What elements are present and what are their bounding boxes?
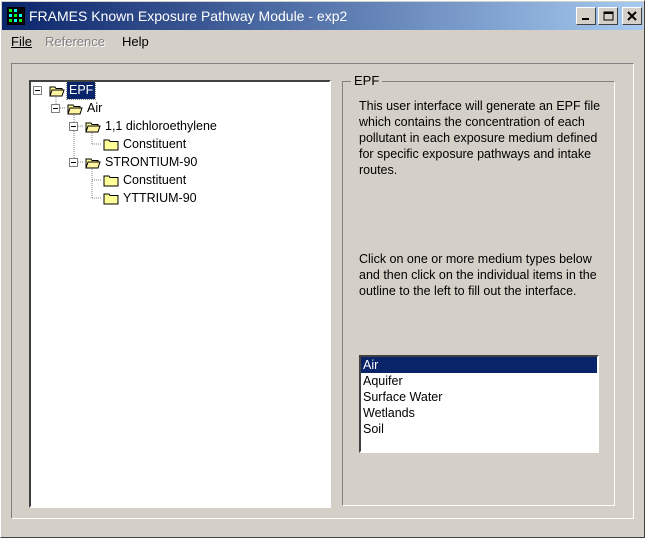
menu-file-label: File (11, 34, 32, 49)
list-item-aquifer[interactable]: Aquifer (361, 373, 597, 389)
collapse-icon[interactable] (69, 158, 78, 167)
menu-help[interactable]: Help (122, 34, 149, 49)
collapse-icon[interactable] (51, 104, 60, 113)
tree-node-label: YTTRIUM-90 (123, 191, 197, 205)
tree-node-label: Constituent (123, 173, 187, 187)
open-folder-icon (85, 158, 101, 169)
close-icon (627, 11, 637, 21)
epf-groupbox: EPF This user interface will generate an… (342, 73, 615, 506)
tree-node-label: Constituent (123, 137, 187, 151)
outline-tree[interactable]: EPF Air 1,1 dichloroethylene Constituent… (29, 80, 331, 508)
collapse-icon[interactable] (33, 86, 42, 95)
tree-node-label: Air (87, 101, 103, 115)
maximize-button[interactable] (598, 7, 618, 25)
medium-type-listbox[interactable]: Air Aquifer Surface Water Wetlands Soil (359, 355, 599, 453)
groupbox-title: EPF (351, 73, 383, 88)
app-icon (7, 7, 25, 25)
minimize-icon (582, 18, 589, 20)
open-folder-icon (67, 104, 83, 115)
open-folder-icon (49, 86, 65, 97)
menu-reference[interactable]: Reference (45, 34, 105, 49)
tree-node-label: EPF (65, 82, 97, 100)
tree-node-label: STRONTIUM-90 (105, 155, 198, 169)
open-folder-icon (85, 122, 101, 133)
folder-icon (103, 193, 119, 205)
collapse-icon[interactable] (69, 122, 78, 131)
maximize-icon (603, 11, 613, 21)
menu-file[interactable]: File (11, 34, 32, 49)
folder-icon (103, 175, 119, 187)
minimize-button[interactable] (576, 7, 596, 25)
app-window: FRAMES Known Exposure Pathway Module - e… (0, 0, 645, 538)
window-title: FRAMES Known Exposure Pathway Module - e… (29, 8, 348, 24)
list-item-soil[interactable]: Soil (361, 421, 597, 437)
tree-node-label: 1,1 dichloroethylene (105, 119, 217, 133)
list-item-surface-water[interactable]: Surface Water (361, 389, 597, 405)
list-item-air[interactable]: Air (361, 357, 597, 373)
list-item-wetlands[interactable]: Wetlands (361, 405, 597, 421)
close-button[interactable] (622, 7, 642, 25)
menu-bar: File Reference Help (2, 31, 643, 53)
title-bar[interactable]: FRAMES Known Exposure Pathway Module - e… (2, 2, 643, 30)
description-text: This user interface will generate an EPF… (359, 99, 601, 177)
instructions-text: Click on one or more medium types below … (359, 252, 597, 298)
folder-icon (103, 139, 119, 151)
